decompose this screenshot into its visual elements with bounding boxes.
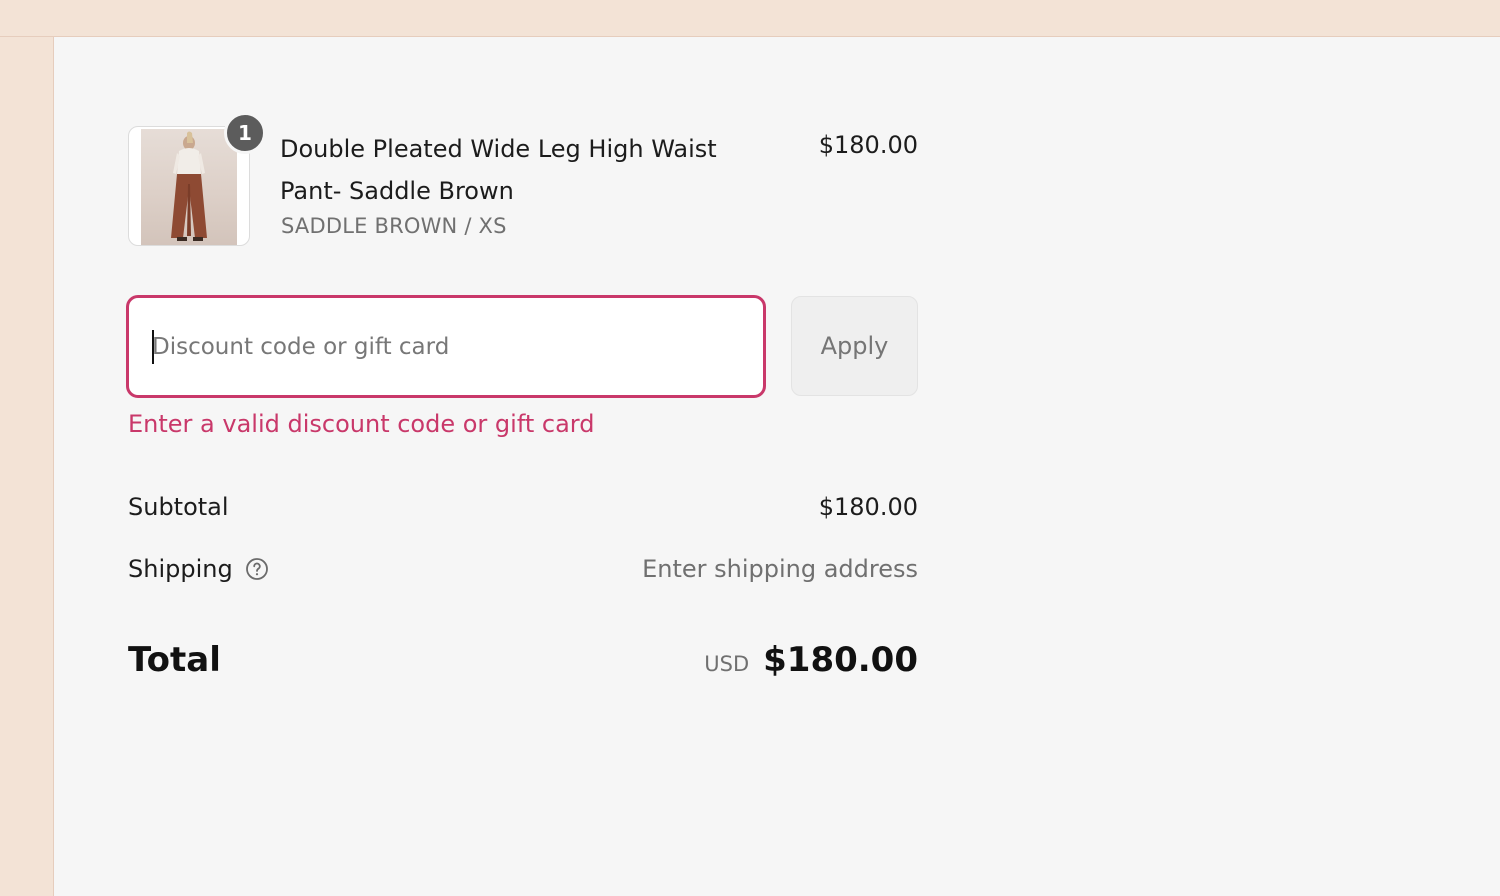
- text-caret: [152, 330, 154, 364]
- currency-code: USD: [704, 652, 750, 676]
- product-name: Double Pleated Wide Leg High Waist Pant-…: [280, 135, 717, 205]
- product-image: [141, 129, 237, 245]
- total-amount: USD $180.00: [704, 640, 918, 680]
- question-circle-icon[interactable]: [245, 557, 269, 581]
- shipping-value: Enter shipping address: [642, 555, 918, 583]
- discount-error-message: Enter a valid discount code or gift card: [128, 410, 595, 438]
- order-summary-panel: [54, 37, 1500, 896]
- total-label: Total: [128, 640, 221, 680]
- left-border-strip: [0, 37, 54, 896]
- product-variant: SADDLE BROWN / XS: [281, 214, 507, 238]
- apply-discount-button[interactable]: Apply: [791, 296, 918, 396]
- top-border-strip: [0, 0, 1500, 37]
- shipping-row-label: Shipping: [128, 555, 269, 583]
- product-thumbnail: 1: [128, 112, 266, 246]
- product-price: $180.00: [818, 131, 918, 159]
- shipping-label: Shipping: [128, 555, 233, 583]
- subtotal-label: Subtotal: [128, 493, 229, 521]
- subtotal-value: $180.00: [818, 493, 918, 521]
- discount-code-input[interactable]: [126, 295, 766, 398]
- total-value: $180.00: [763, 640, 918, 680]
- quantity-badge: 1: [224, 112, 266, 154]
